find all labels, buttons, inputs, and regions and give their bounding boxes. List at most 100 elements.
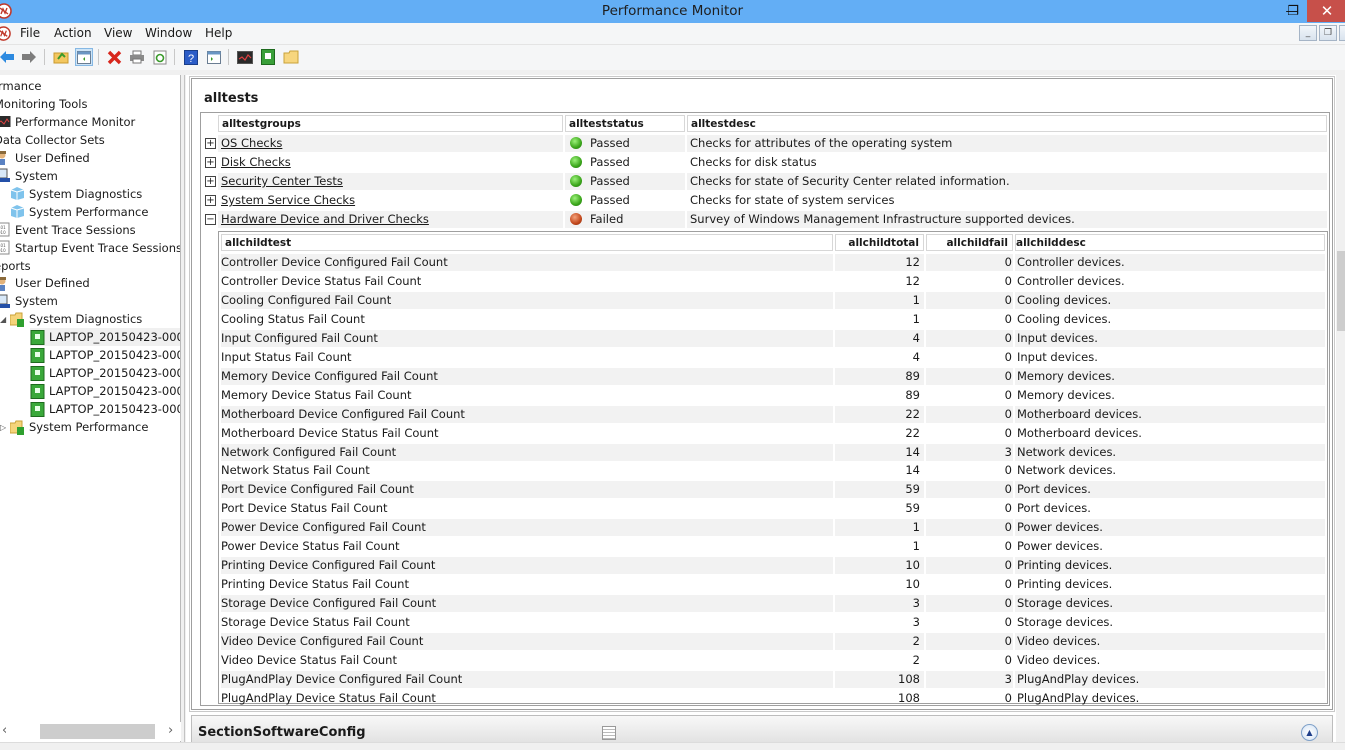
expand-icon[interactable]: + xyxy=(205,176,216,187)
child-test-name: Motherboard Device Status Fail Count xyxy=(221,425,439,440)
column-header-alltestgroups[interactable]: alltestgroups xyxy=(218,115,563,132)
child-test-description: Input devices. xyxy=(1017,349,1098,364)
tree-item[interactable]: LAPTOP_20150423-00000 xyxy=(30,364,180,382)
tree-expander-icon[interactable]: ▷ xyxy=(0,423,6,432)
tree-item[interactable]: Data Collector Sets xyxy=(0,131,180,149)
mdi-close-button[interactable]: ✕ xyxy=(1339,25,1345,41)
child-test-description: Storage devices. xyxy=(1015,595,1325,613)
performance-monitor-button[interactable] xyxy=(236,48,254,66)
forward-button[interactable] xyxy=(20,48,38,66)
tree-item[interactable]: User Defined xyxy=(0,149,180,167)
table-icon[interactable] xyxy=(602,726,616,740)
tree-item[interactable]: LAPTOP_20150423-00000 xyxy=(30,328,180,347)
status-text: Passed xyxy=(590,193,630,207)
menu-window[interactable]: Window xyxy=(145,26,192,40)
column-header-alltestdesc[interactable]: alltestdesc xyxy=(687,115,1327,132)
menu-help[interactable]: Help xyxy=(205,26,232,40)
tree-item[interactable]: LAPTOP_20150423-00000 xyxy=(30,400,180,418)
scrollbar-thumb[interactable] xyxy=(1337,251,1345,331)
mdi-restore-button[interactable]: ❐ xyxy=(1319,25,1337,41)
menu-file[interactable]: File xyxy=(20,26,40,40)
tree-item[interactable]: LAPTOP_20150423-00000 xyxy=(30,346,180,364)
tree-item[interactable]: System Diagnostics xyxy=(10,185,180,203)
show-hide-action-pane-button[interactable] xyxy=(205,48,223,66)
delete-button[interactable] xyxy=(105,48,123,66)
test-group-link[interactable]: Hardware Device and Driver Checks xyxy=(218,211,563,228)
print-button[interactable] xyxy=(128,48,146,66)
close-button[interactable]: ✕ xyxy=(1307,0,1345,22)
menu-view[interactable]: View xyxy=(104,26,132,40)
column-header-allchildfail[interactable]: allchildfail xyxy=(926,234,1013,251)
tree-item[interactable]: System xyxy=(0,167,180,185)
scrollbar-thumb[interactable] xyxy=(40,724,155,739)
collapse-section-button[interactable]: ▲ xyxy=(1301,724,1318,741)
tree-item[interactable]: Monitoring Tools xyxy=(0,95,180,113)
menu-action[interactable]: Action xyxy=(54,26,92,40)
report-vertical-scrollbar[interactable] xyxy=(1336,75,1345,742)
column-header-allteststatus[interactable]: allteststatus xyxy=(565,115,685,132)
child-test-fail: 0 xyxy=(926,329,1013,347)
up-one-level-button[interactable] xyxy=(52,48,70,66)
column-header-allchilddesc[interactable]: allchilddesc xyxy=(1015,234,1325,251)
expand-icon[interactable]: + xyxy=(205,195,216,206)
tree-item[interactable]: 101010 Startup Event Trace Sessions xyxy=(0,239,180,257)
tree-item[interactable]: ▷ System Performance xyxy=(0,418,180,436)
column-header-allchildtest[interactable]: allchildtest xyxy=(221,234,833,251)
child-test-total: 59 xyxy=(835,481,924,499)
scroll-left-arrow[interactable]: ‹ xyxy=(2,723,7,738)
expand-icon[interactable]: + xyxy=(205,157,216,168)
child-test-description: Network devices. xyxy=(1015,443,1325,461)
mdi-minimize-button[interactable]: _ xyxy=(1299,25,1317,41)
expand-icon[interactable]: + xyxy=(205,138,216,149)
section-software-config[interactable]: SectionSoftwareConfig ▲ xyxy=(191,715,1333,742)
tree-item[interactable]: System xyxy=(0,292,180,310)
child-test-description: Input devices. xyxy=(1015,329,1325,347)
tree-horizontal-scrollbar[interactable]: ‹ › xyxy=(0,722,181,741)
pane-splitter[interactable] xyxy=(181,75,185,742)
tree-item[interactable]: User Defined xyxy=(0,274,180,292)
child-tests-table: allchildtest allchildtotal allchildfail all… xyxy=(218,231,1328,705)
back-icon xyxy=(0,51,14,63)
child-test-total: 108 xyxy=(898,690,920,705)
cube-icon xyxy=(10,186,25,201)
tree-item[interactable]: ◢ System Diagnostics xyxy=(0,310,180,328)
child-test-name: Input Status Fail Count xyxy=(221,349,352,364)
tree-item[interactable]: LAPTOP_20150423-00000 xyxy=(30,382,180,400)
child-test-fail: 0 xyxy=(1004,463,1012,478)
status-passed-icon xyxy=(570,194,582,206)
tree-item[interactable]: rmance xyxy=(0,77,180,95)
child-test-fail: 0 xyxy=(1004,387,1012,402)
show-hide-console-tree-button[interactable] xyxy=(75,48,93,66)
system-icon xyxy=(0,294,11,309)
tree-item-label: User Defined xyxy=(15,150,90,165)
scroll-right-arrow[interactable]: › xyxy=(168,723,173,738)
child-test-name: Input Configured Fail Count xyxy=(221,329,833,347)
test-group-link[interactable]: System Service Checks xyxy=(218,192,563,209)
child-test-total: 1 xyxy=(835,519,924,537)
test-group-link[interactable]: Disk Checks xyxy=(218,154,563,171)
child-test-name: Storage Device Configured Fail Count xyxy=(221,595,833,613)
window-title: Performance Monitor xyxy=(601,3,744,19)
back-button[interactable] xyxy=(0,48,16,66)
collapse-icon[interactable]: − xyxy=(205,214,216,225)
test-group-link[interactable]: Security Center Tests xyxy=(218,173,563,190)
restore-button[interactable]: ❐ xyxy=(1282,0,1304,22)
report-button[interactable] xyxy=(259,48,277,66)
new-folder-button[interactable] xyxy=(282,48,300,66)
child-test-description: Memory devices. xyxy=(1017,387,1115,402)
status-text: Passed xyxy=(590,174,630,188)
tree-item[interactable]: Performance Monitor xyxy=(0,113,180,131)
tree-item[interactable]: eports xyxy=(0,257,180,275)
tree-item[interactable]: System Performance xyxy=(10,203,180,221)
help-button[interactable]: ? xyxy=(182,48,200,66)
title-bar: Performance Monitor — ❐ ✕ xyxy=(0,0,1345,23)
test-group-link[interactable]: OS Checks xyxy=(218,135,563,152)
up-folder-icon xyxy=(53,52,69,64)
tree-expander-icon[interactable]: ◢ xyxy=(0,315,6,324)
column-header-allchildtotal[interactable]: allchildtotal xyxy=(835,234,924,251)
child-test-fail: 0 xyxy=(1004,311,1012,326)
child-test-fail: 0 xyxy=(1004,349,1012,364)
mmc-icon[interactable] xyxy=(0,26,11,41)
refresh-button[interactable] xyxy=(151,48,169,66)
tree-item[interactable]: 101010 Event Trace Sessions xyxy=(0,221,180,239)
